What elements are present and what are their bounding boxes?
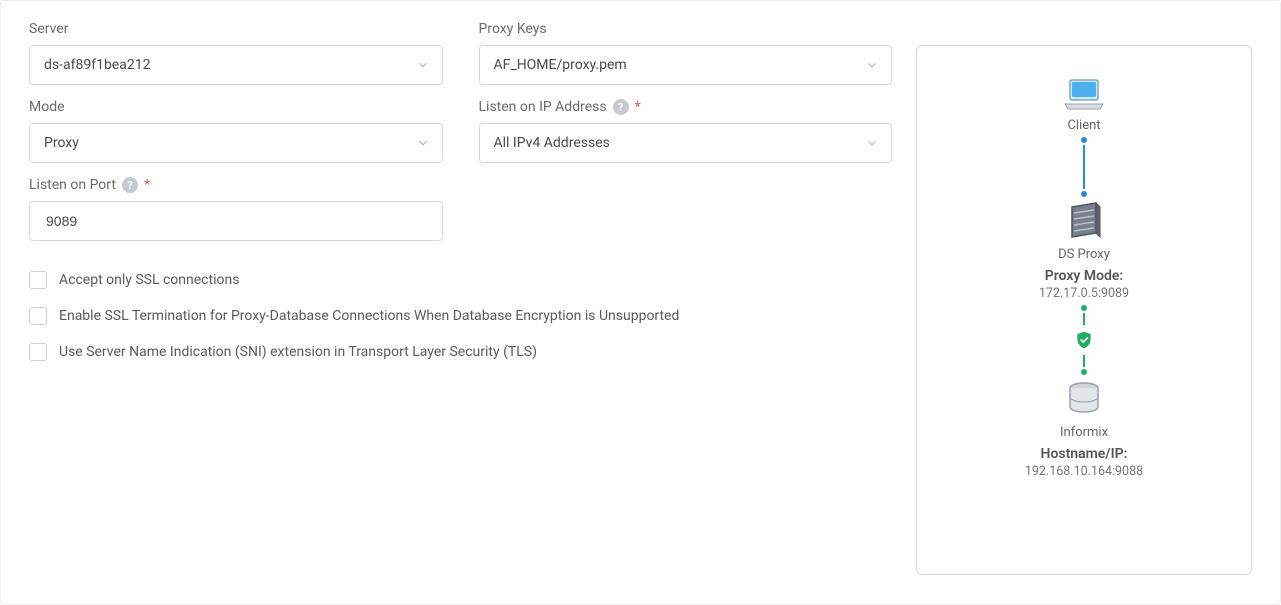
listen-ip-select[interactable]: All IPv4 Addresses — [479, 123, 893, 163]
required-indicator: * — [144, 177, 150, 193]
proxy-keys-field: Proxy Keys AF_HOME/proxy.pem — [479, 21, 893, 85]
ssl-only-label: Accept only SSL connections — [59, 272, 239, 288]
mode-value: Proxy — [44, 135, 79, 151]
proxy-mode-title: Proxy Mode: — [1045, 268, 1124, 284]
chevron-down-icon — [416, 58, 430, 72]
connector-secure — [1074, 305, 1094, 375]
ssl-termination-checkbox-row[interactable]: Enable SSL Termination for Proxy-Databas… — [29, 307, 892, 325]
proxy-keys-select[interactable]: AF_HOME/proxy.pem — [479, 45, 893, 85]
help-icon[interactable]: ? — [613, 99, 629, 115]
help-icon[interactable]: ? — [122, 177, 138, 193]
database-icon — [1064, 379, 1104, 419]
listen-port-field: Listen on Port ? * — [29, 177, 443, 241]
checkbox-icon — [29, 271, 47, 289]
db-title: Hostname/IP: — [1041, 446, 1128, 462]
topology-diagram: Client DS Proxy Proxy Mode: 172.17.0.5:9… — [916, 45, 1252, 575]
mode-label: Mode — [29, 99, 65, 115]
server-label: Server — [29, 21, 68, 37]
server-icon — [1064, 201, 1104, 241]
ssl-termination-label: Enable SSL Termination for Proxy-Databas… — [59, 308, 679, 324]
mode-field: Mode Proxy — [29, 99, 443, 163]
chevron-down-icon — [865, 58, 879, 72]
database-node: Informix Hostname/IP: 192.168.10.164:908… — [1025, 379, 1143, 479]
proxy-keys-label: Proxy Keys — [479, 21, 547, 37]
sni-label: Use Server Name Indication (SNI) extensi… — [59, 344, 537, 360]
proxy-label: DS Proxy — [1058, 247, 1110, 262]
proxy-address: 172.17.0.5:9089 — [1039, 286, 1129, 301]
laptop-icon — [1062, 78, 1106, 112]
chevron-down-icon — [865, 136, 879, 150]
proxy-node: DS Proxy Proxy Mode: 172.17.0.5:9089 — [1039, 201, 1129, 301]
listen-port-input-wrapper — [29, 201, 443, 241]
server-select[interactable]: ds-af89f1bea212 — [29, 45, 443, 85]
server-value: ds-af89f1bea212 — [44, 57, 150, 73]
sni-checkbox-row[interactable]: Use Server Name Indication (SNI) extensi… — [29, 343, 892, 361]
db-label: Informix — [1060, 425, 1108, 440]
shield-icon — [1074, 327, 1094, 353]
checkbox-icon — [29, 307, 47, 325]
mode-select[interactable]: Proxy — [29, 123, 443, 163]
client-label: Client — [1067, 118, 1100, 133]
proxy-keys-value: AF_HOME/proxy.pem — [494, 57, 627, 73]
listen-ip-label: Listen on IP Address — [479, 99, 607, 115]
connector-line — [1081, 137, 1087, 197]
ssl-only-checkbox-row[interactable]: Accept only SSL connections — [29, 271, 892, 289]
chevron-down-icon — [416, 136, 430, 150]
client-node: Client — [1062, 78, 1106, 133]
required-indicator: * — [635, 99, 641, 115]
listen-port-label: Listen on Port — [29, 177, 116, 193]
db-address: 192.168.10.164:9088 — [1025, 464, 1143, 479]
listen-port-input[interactable] — [44, 212, 428, 230]
config-form: Server ds-af89f1bea212 Proxy Keys AF_HOM… — [29, 21, 892, 584]
server-field: Server ds-af89f1bea212 — [29, 21, 443, 85]
listen-ip-field: Listen on IP Address ? * All IPv4 Addres… — [479, 99, 893, 163]
listen-ip-value: All IPv4 Addresses — [494, 135, 610, 151]
checkbox-icon — [29, 343, 47, 361]
